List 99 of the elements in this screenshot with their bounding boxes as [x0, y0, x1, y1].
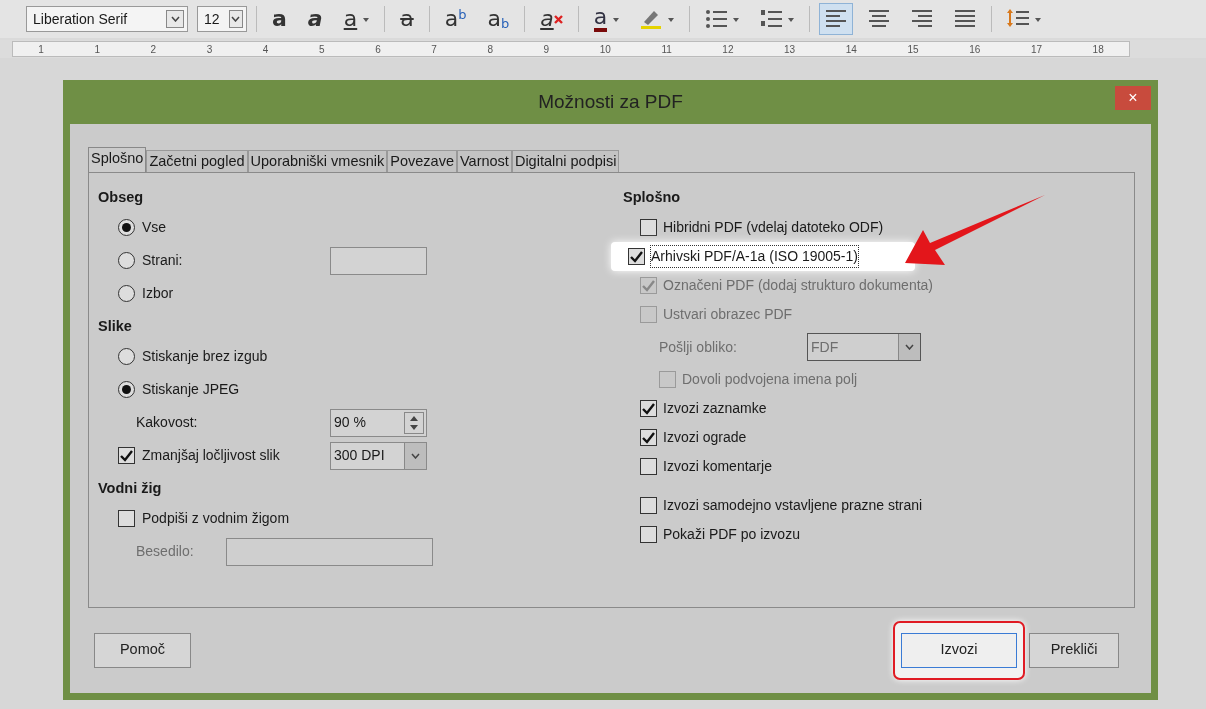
ruler-number: 13 — [784, 42, 796, 57]
checkbox[interactable] — [628, 248, 645, 265]
option-label: Strani: — [142, 251, 183, 270]
align-center-icon — [868, 8, 891, 30]
checkbox[interactable] — [118, 447, 135, 464]
spin-arrows-icon — [410, 414, 418, 431]
section-heading: Splošno — [623, 188, 682, 207]
radio-button[interactable] — [118, 252, 135, 269]
tab[interactable]: Digitalni podpisi — [511, 150, 620, 172]
cross-icon — [553, 14, 563, 24]
ruler-number: 18 — [1092, 42, 1104, 57]
ruler-number: 15 — [907, 42, 919, 57]
field-label: Besedilo: — [136, 542, 194, 561]
ruler-number: 12 — [722, 42, 734, 57]
field-label: Kakovost: — [136, 413, 198, 432]
bullet-list-icon — [705, 8, 728, 30]
checkbox[interactable] — [640, 219, 657, 236]
check-icon — [120, 449, 133, 462]
strikethrough-button[interactable]: a — [394, 3, 420, 35]
option-label: Stiskanje JPEG — [142, 380, 240, 399]
option-label: Izbor — [142, 284, 174, 303]
checkbox[interactable] — [640, 429, 657, 446]
clear-formatting-button[interactable]: a — [534, 3, 569, 35]
underline-button[interactable]: a — [337, 3, 376, 35]
radio-button[interactable] — [118, 381, 135, 398]
font-name-field[interactable]: Liberation Serif — [26, 6, 188, 32]
align-left-icon — [825, 8, 848, 30]
ruler-number: 5 — [319, 42, 325, 57]
input-field[interactable] — [330, 246, 427, 275]
checkbox[interactable] — [640, 458, 657, 475]
option-label: Ustvari obrazec PDF — [663, 305, 793, 324]
checkbox[interactable] — [640, 400, 657, 417]
option-label: Vse — [142, 218, 167, 237]
ruler-number: 8 — [487, 42, 493, 57]
option-label: Izvozi ograde — [663, 428, 747, 447]
option-label: Arhivski PDF/A-1a (ISO 19005-1) — [651, 246, 858, 267]
option-label: Pokaži PDF po izvozu — [663, 525, 800, 544]
checkbox[interactable] — [640, 497, 657, 514]
option-label: Stiskanje brez izgub — [142, 347, 268, 366]
tab[interactable]: Splošno — [88, 147, 147, 172]
ruler-number: 2 — [150, 42, 157, 57]
check-icon — [642, 431, 655, 444]
dropdown-field[interactable]: 300 DPI — [330, 441, 427, 470]
option-label: Zmanjšaj ločljivost slik — [142, 446, 280, 465]
checkbox[interactable] — [640, 526, 657, 543]
option-label: Dovoli podvojena imena polj — [682, 370, 858, 389]
export-button[interactable]: Izvozi — [901, 632, 1017, 668]
ruler-number: 1 — [38, 42, 44, 57]
check-icon — [642, 402, 655, 415]
tab[interactable]: Povezave — [387, 150, 457, 172]
check-icon — [642, 279, 655, 292]
checkbox[interactable] — [118, 510, 135, 527]
tab[interactable]: Uporabniški vmesnik — [247, 150, 388, 172]
highlighter-icon — [640, 8, 663, 30]
option-label: Označeni PDF (dodaj strukturo dokumenta) — [663, 276, 933, 295]
ruler-number: 14 — [845, 42, 857, 57]
ruler-number: 6 — [375, 42, 381, 57]
radio-button[interactable] — [118, 285, 135, 302]
ruler-number: 4 — [262, 42, 269, 57]
field-label: Pošlji obliko: — [659, 337, 738, 357]
section-heading: Obseg — [98, 188, 145, 207]
cancel-button[interactable]: Prekliči — [1029, 632, 1119, 668]
bold-button[interactable]: a — [266, 3, 293, 35]
section-heading: Vodni žig — [98, 479, 163, 498]
spin-field[interactable]: 90 % — [330, 408, 427, 437]
caret-icon — [905, 344, 914, 350]
italic-button[interactable]: a — [301, 3, 329, 35]
window-title: Možnosti za PDF — [538, 89, 683, 114]
option-label: Izvozi komentarje — [663, 457, 772, 476]
ruler-number: 17 — [1030, 42, 1042, 57]
caret-icon — [231, 16, 241, 22]
ruler-number: 1 — [94, 42, 100, 57]
align-right-icon — [911, 8, 934, 30]
close-button[interactable]: × — [1115, 86, 1151, 110]
font-size-field[interactable]: 12 — [197, 6, 247, 32]
ruler-number: 10 — [599, 42, 611, 57]
tab[interactable]: Začetni pogled — [146, 150, 248, 172]
ruler-number: 11 — [661, 42, 672, 57]
numbered-list-icon — [760, 8, 783, 30]
subscript-button[interactable]: a b — [481, 3, 516, 35]
font-color-button[interactable]: a — [587, 3, 626, 35]
help-button[interactable]: Pomoč — [94, 632, 191, 668]
option-label: Izvozi zaznamke — [663, 399, 767, 418]
option-label: Izvozi samodejno vstavljene prazne strani — [663, 496, 923, 515]
align-left-button[interactable] — [819, 3, 854, 35]
ruler-number: 9 — [543, 42, 550, 57]
ruler-number: 16 — [969, 42, 981, 57]
check-icon — [630, 250, 643, 263]
option-label: Hibridni PDF (vdelaj datoteko ODF) — [663, 218, 884, 237]
justify-icon — [954, 8, 977, 30]
caret-icon — [411, 452, 420, 459]
radio-button[interactable] — [118, 219, 135, 236]
radio-button[interactable] — [118, 348, 135, 365]
option-label: Podpiši z vodnim žigom — [142, 509, 290, 528]
caret-icon — [170, 16, 180, 22]
ruler-number: 7 — [431, 42, 437, 57]
section-heading: Slike — [98, 317, 133, 336]
tab[interactable]: Varnost — [457, 150, 512, 172]
ruler-number: 3 — [206, 42, 213, 57]
